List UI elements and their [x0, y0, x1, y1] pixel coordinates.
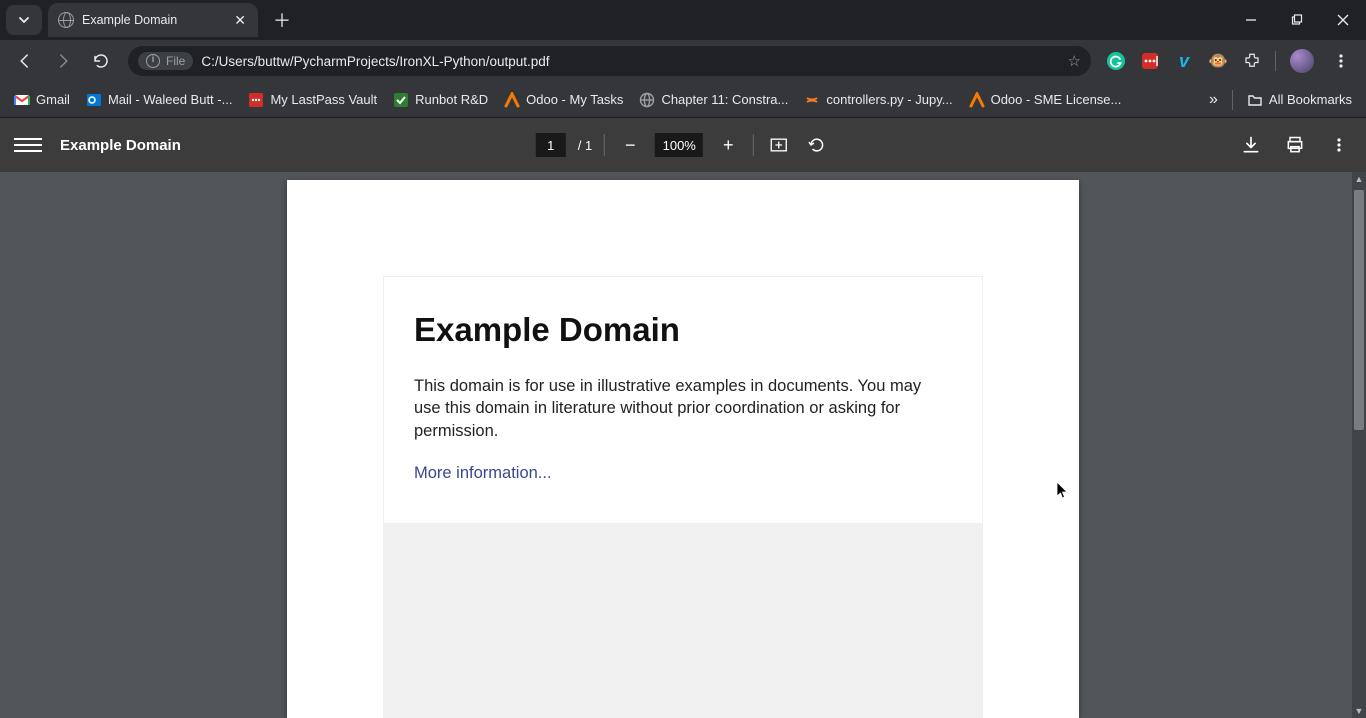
bookmark-gmail[interactable]: Gmail: [8, 88, 76, 112]
lastpass-icon[interactable]: [1135, 46, 1165, 76]
all-bookmarks-label: All Bookmarks: [1269, 92, 1352, 107]
bookmark-chapter11[interactable]: Chapter 11: Constra...: [633, 88, 794, 112]
pdf-menu-button[interactable]: [1326, 132, 1352, 158]
lastpass-icon: [248, 92, 264, 108]
scheme-label: File: [166, 54, 185, 68]
separator: [1275, 51, 1276, 71]
chrome-menu-button[interactable]: [1324, 44, 1358, 78]
forward-button[interactable]: [46, 44, 80, 78]
scroll-up-button[interactable]: ▲: [1352, 172, 1366, 186]
scroll-thumb[interactable]: [1354, 190, 1364, 430]
bookmark-odoo-tasks[interactable]: Odoo - My Tasks: [498, 88, 629, 112]
close-window-button[interactable]: [1320, 0, 1366, 40]
zoom-in-button[interactable]: +: [715, 132, 741, 158]
rotate-button[interactable]: [804, 132, 830, 158]
extension-icon[interactable]: 🐵: [1203, 46, 1233, 76]
folder-icon: [1247, 92, 1263, 108]
outlook-icon: [86, 92, 102, 108]
gmail-icon: [14, 92, 30, 108]
bookmarks-overflow-button[interactable]: »: [1203, 87, 1224, 113]
odoo-icon: [504, 92, 520, 108]
download-button[interactable]: [1238, 132, 1264, 158]
document-content-box: Example Domain This domain is for use in…: [383, 276, 983, 524]
titlebar: Example Domain ✕ ＋: [0, 0, 1366, 40]
separator: [1232, 90, 1233, 110]
maximize-button[interactable]: [1274, 0, 1320, 40]
tab-search-button[interactable]: [6, 5, 42, 35]
pdf-toolbar: Example Domain / 1 − +: [0, 118, 1366, 172]
print-button[interactable]: [1282, 132, 1308, 158]
bookmark-label: My LastPass Vault: [270, 92, 377, 107]
separator: [753, 134, 754, 156]
bookmark-label: Gmail: [36, 92, 70, 107]
sidebar-toggle-button[interactable]: [14, 138, 42, 152]
bookmark-outlook[interactable]: Mail - Waleed Butt -...: [80, 88, 239, 112]
jupyter-icon: [804, 92, 820, 108]
new-tab-button[interactable]: ＋: [268, 6, 296, 34]
file-scheme-chip[interactable]: File: [138, 52, 193, 70]
close-tab-button[interactable]: ✕: [234, 12, 246, 29]
bookmark-label: controllers.py - Jupy...: [826, 92, 952, 107]
url-text: C:/Users/buttw/PycharmProjects/IronXL-Py…: [201, 54, 1059, 69]
document-heading: Example Domain: [414, 311, 952, 349]
address-toolbar: File C:/Users/buttw/PycharmProjects/Iron…: [0, 40, 1366, 82]
scrollbar[interactable]: ▲ ▼: [1352, 172, 1366, 718]
reload-button[interactable]: [84, 44, 118, 78]
zoom-level-input[interactable]: [655, 133, 703, 157]
fit-page-button[interactable]: [766, 132, 792, 158]
bookmark-label: Odoo - SME License...: [991, 92, 1122, 107]
zoom-out-button[interactable]: −: [617, 132, 643, 158]
bookmark-star-button[interactable]: ☆: [1068, 52, 1081, 70]
extensions-button[interactable]: [1237, 46, 1267, 76]
bookmark-runbot[interactable]: Runbot R&D: [387, 88, 494, 112]
pdf-page: Example Domain This domain is for use in…: [287, 180, 1079, 718]
bookmark-label: Chapter 11: Constra...: [661, 92, 788, 107]
bookmark-lastpass[interactable]: My LastPass Vault: [242, 88, 383, 112]
grammarly-icon[interactable]: [1101, 46, 1131, 76]
vimeo-icon[interactable]: v: [1169, 46, 1199, 76]
scroll-down-button[interactable]: ▼: [1352, 704, 1366, 718]
globe-icon: [639, 92, 655, 108]
odoo-icon: [969, 92, 985, 108]
bookmark-label: Mail - Waleed Butt -...: [108, 92, 233, 107]
bookmark-label: Runbot R&D: [415, 92, 488, 107]
minimize-button[interactable]: [1228, 0, 1274, 40]
back-button[interactable]: [8, 44, 42, 78]
bookmark-odoo-sme[interactable]: Odoo - SME License...: [963, 88, 1128, 112]
separator: [604, 134, 605, 156]
bookmarks-bar: Gmail Mail - Waleed Butt -... My LastPas…: [0, 82, 1366, 118]
document-lower-area: [383, 524, 983, 718]
globe-icon: [58, 12, 74, 28]
browser-tab[interactable]: Example Domain ✕: [48, 3, 258, 37]
window-controls: [1228, 0, 1366, 40]
document-link[interactable]: More information...: [414, 464, 552, 482]
omnibox[interactable]: File C:/Users/buttw/PycharmProjects/Iron…: [128, 46, 1091, 76]
info-icon: [146, 54, 160, 68]
bookmark-label: Odoo - My Tasks: [526, 92, 623, 107]
bookmark-jupyter[interactable]: controllers.py - Jupy...: [798, 88, 958, 112]
pdf-title: Example Domain: [60, 137, 181, 154]
pdf-center-controls: / 1 − +: [536, 132, 830, 158]
document-paragraph: This domain is for use in illustrative e…: [414, 375, 952, 442]
pdf-right-controls: [1238, 132, 1352, 158]
runbot-icon: [393, 92, 409, 108]
page-separator: / 1: [578, 138, 592, 153]
pdf-viewport[interactable]: Example Domain This domain is for use in…: [0, 172, 1366, 718]
page-number-input[interactable]: [536, 133, 566, 157]
profile-avatar[interactable]: [1290, 49, 1314, 73]
all-bookmarks-button[interactable]: All Bookmarks: [1241, 88, 1358, 112]
tab-title: Example Domain: [82, 13, 226, 27]
